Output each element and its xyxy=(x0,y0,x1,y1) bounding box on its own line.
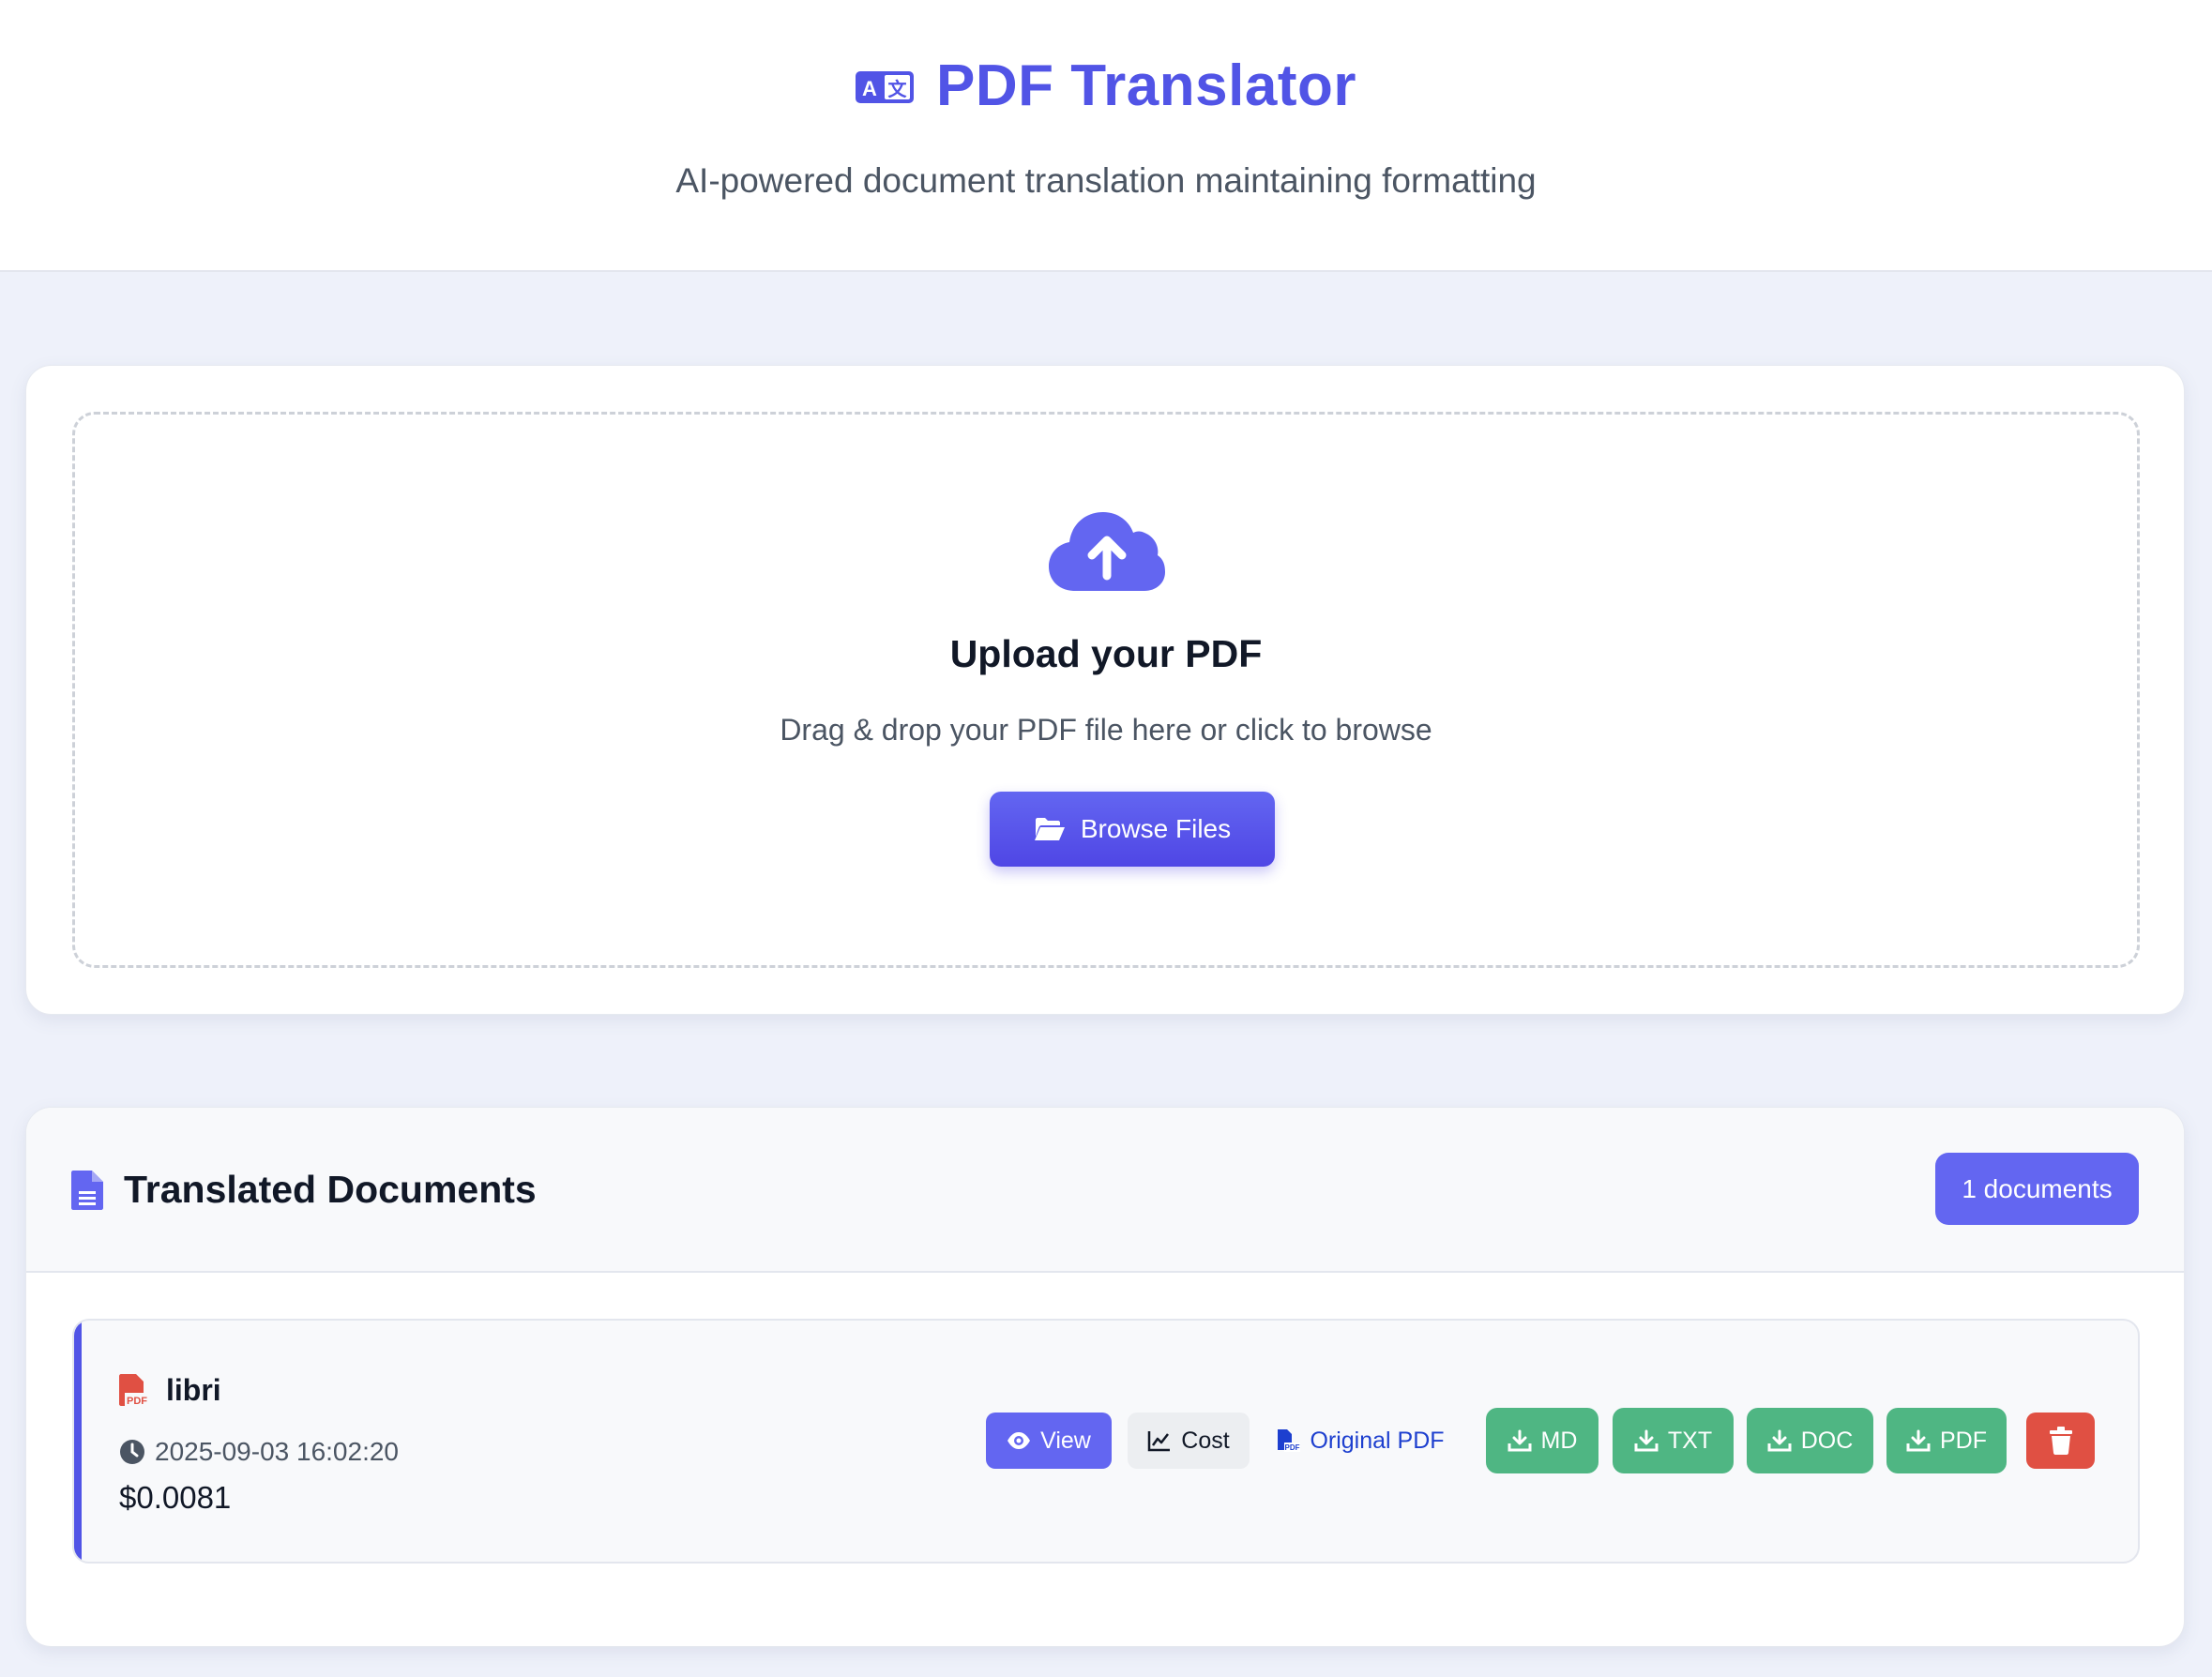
documents-title: Translated Documents xyxy=(124,1168,537,1211)
download-icon xyxy=(1906,1429,1931,1452)
title-row: A 文 PDF Translator xyxy=(0,53,2212,119)
folder-open-icon xyxy=(1034,818,1065,840)
svg-text:A: A xyxy=(862,77,877,100)
original-pdf-link[interactable]: PDF Original PDF xyxy=(1275,1413,1446,1469)
pdf-dropzone[interactable]: Upload your PDF Drag & drop your PDF fil… xyxy=(72,412,2140,968)
download-md-button[interactable]: MD xyxy=(1486,1408,1598,1473)
browse-files-label: Browse Files xyxy=(1080,814,1232,843)
download-icon xyxy=(1767,1429,1792,1452)
svg-text:PDF: PDF xyxy=(1285,1443,1300,1452)
svg-text:文: 文 xyxy=(888,78,908,100)
pdf-file-icon: PDF xyxy=(119,1373,149,1407)
documents-title-row: Translated Documents xyxy=(71,1168,537,1212)
app-title: PDF Translator xyxy=(936,53,1356,118)
download-icon xyxy=(1634,1429,1659,1452)
line-chart-icon xyxy=(1148,1431,1171,1452)
download-doc-button[interactable]: DOC xyxy=(1747,1408,1873,1473)
documents-card: Translated Documents 1 documents PDF lib… xyxy=(25,1107,2185,1647)
delete-button[interactable] xyxy=(2026,1413,2095,1469)
document-name: libri xyxy=(166,1373,221,1407)
svg-text:PDF: PDF xyxy=(127,1396,147,1407)
app-header: A 文 PDF Translator AI-powered document t… xyxy=(0,0,2212,272)
pdf-file-icon: PDF xyxy=(1278,1429,1301,1452)
download-txt-label: TXT xyxy=(1667,1427,1713,1454)
download-md-label: MD xyxy=(1540,1427,1578,1454)
document-icon xyxy=(71,1170,103,1210)
language-icon: A 文 xyxy=(856,70,914,103)
documents-count-badge: 1 documents xyxy=(1935,1153,2139,1225)
document-name-row: PDF libri xyxy=(119,1373,221,1408)
documents-header: Translated Documents 1 documents xyxy=(26,1108,2184,1273)
browse-files-button[interactable]: Browse Files xyxy=(990,792,1275,867)
trash-icon xyxy=(2049,1427,2072,1455)
app-subtitle: AI-powered document translation maintain… xyxy=(675,161,1537,200)
eye-icon xyxy=(1008,1432,1031,1449)
document-cost: $0.0081 xyxy=(119,1480,232,1515)
original-pdf-label: Original PDF xyxy=(1310,1427,1445,1454)
document-actions: View Cost PDF Original PDF MD TXT DOC PD… xyxy=(74,1408,2138,1473)
download-txt-button[interactable]: TXT xyxy=(1613,1408,1734,1473)
download-pdf-button[interactable]: PDF xyxy=(1886,1408,2007,1473)
cloud-upload-icon xyxy=(1049,512,1165,591)
document-item: PDF libri 2025-09-03 16:02:20 $0.0081 Vi… xyxy=(72,1319,2140,1564)
view-button[interactable]: View xyxy=(986,1413,1112,1469)
download-doc-label: DOC xyxy=(1800,1427,1854,1454)
cost-label: Cost xyxy=(1181,1427,1230,1454)
download-pdf-label: PDF xyxy=(1940,1427,1987,1454)
upload-title: Upload your PDF xyxy=(949,632,1263,675)
view-label: View xyxy=(1040,1427,1091,1454)
download-icon xyxy=(1507,1429,1532,1452)
upload-card: Upload your PDF Drag & drop your PDF fil… xyxy=(25,365,2185,1015)
upload-subtitle: Drag & drop your PDF file here or click … xyxy=(780,713,1432,747)
cost-button[interactable]: Cost xyxy=(1128,1413,1250,1469)
